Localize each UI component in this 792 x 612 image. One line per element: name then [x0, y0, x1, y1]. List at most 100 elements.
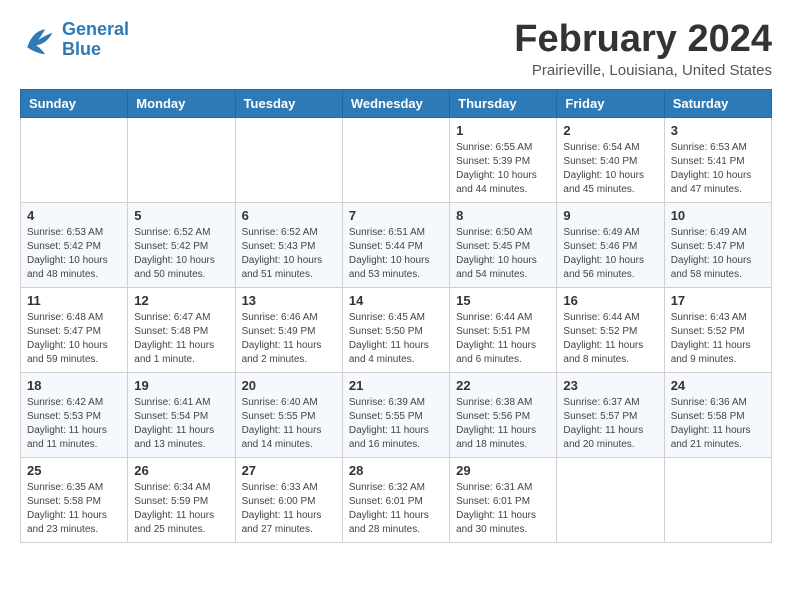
day-info: Sunrise: 6:36 AM Sunset: 5:58 PM Dayligh…	[671, 396, 765, 452]
calendar-cell	[557, 458, 664, 543]
day-number: 8	[456, 208, 550, 223]
calendar-cell: 18Sunrise: 6:42 AM Sunset: 5:53 PM Dayli…	[21, 373, 128, 458]
calendar-week-row: 11 Sunrise: 6:48 AM Sunset: 5:47 PM Dayli…	[21, 288, 772, 373]
calendar-table: SundayMondayTuesdayWednesdayThursdayFrid…	[20, 89, 772, 543]
calendar-cell: 19 Sunrise: 6:41 AM Sunset: 5:54 PM Dayli…	[128, 373, 235, 458]
day-number: 21	[349, 378, 443, 393]
day-info: Sunrise: 6:53 AM Sunset: 5:41 PM Dayligh…	[671, 141, 765, 197]
day-info: Sunrise: 6:40 AM Sunset: 5:55 PM Dayligh…	[242, 396, 336, 452]
calendar-cell: 10 Sunrise: 6:49 AM Sunset: 5:47 PM Dayli…	[664, 203, 771, 288]
weekday-header-row: SundayMondayTuesdayWednesdayThursdayFrid…	[21, 90, 772, 118]
day-info: Sunrise: 6:47 AM Sunset: 5:48 PM Dayligh…	[134, 311, 228, 367]
day-number: 4	[27, 208, 121, 223]
day-info: Sunrise: 6:44 AM Sunset: 5:51 PM Dayligh…	[456, 311, 550, 367]
weekday-header: Sunday	[21, 90, 128, 118]
day-info: Sunrise: 6:51 AM Sunset: 5:44 PM Dayligh…	[349, 226, 443, 282]
calendar-cell: 17 Sunrise: 6:43 AM Sunset: 5:52 PM Dayli…	[664, 288, 771, 373]
day-number: 26	[134, 463, 228, 478]
calendar-cell: 3 Sunrise: 6:53 AM Sunset: 5:41 PM Daylig…	[664, 118, 771, 203]
calendar-cell: 24 Sunrise: 6:36 AM Sunset: 5:58 PM Dayli…	[664, 373, 771, 458]
calendar-cell: 23 Sunrise: 6:37 AM Sunset: 5:57 PM Dayli…	[557, 373, 664, 458]
calendar-cell: 27 Sunrise: 6:33 AM Sunset: 6:00 PM Dayli…	[235, 458, 342, 543]
day-info: Sunrise: 6:42 AM Sunset: 5:53 PM Dayligh…	[27, 396, 121, 452]
day-number: 15	[456, 293, 550, 308]
day-number: 7	[349, 208, 443, 223]
day-info: Sunrise: 6:37 AM Sunset: 5:57 PM Dayligh…	[563, 396, 657, 452]
calendar-cell	[21, 118, 128, 203]
calendar-cell: 4 Sunrise: 6:53 AM Sunset: 5:42 PM Daylig…	[21, 203, 128, 288]
day-number: 28	[349, 463, 443, 478]
calendar-cell	[342, 118, 449, 203]
month-title: February 2024	[514, 20, 772, 58]
calendar-cell: 15 Sunrise: 6:44 AM Sunset: 5:51 PM Dayli…	[450, 288, 557, 373]
day-info: Sunrise: 6:48 AM Sunset: 5:47 PM Dayligh…	[27, 311, 121, 367]
day-info: Sunrise: 6:38 AM Sunset: 5:56 PM Dayligh…	[456, 396, 550, 452]
logo-icon	[20, 22, 56, 58]
day-number: 1	[456, 123, 550, 138]
day-info: Sunrise: 6:49 AM Sunset: 5:46 PM Dayligh…	[563, 226, 657, 282]
day-number: 5	[134, 208, 228, 223]
logo-text: General Blue	[62, 20, 129, 60]
calendar-week-row: 1 Sunrise: 6:55 AM Sunset: 5:39 PM Daylig…	[21, 118, 772, 203]
day-number: 19	[134, 378, 228, 393]
weekday-header: Saturday	[664, 90, 771, 118]
day-number: 14	[349, 293, 443, 308]
calendar-cell: 9 Sunrise: 6:49 AM Sunset: 5:46 PM Daylig…	[557, 203, 664, 288]
day-info: Sunrise: 6:33 AM Sunset: 6:00 PM Dayligh…	[242, 481, 336, 537]
calendar-cell: 25 Sunrise: 6:35 AM Sunset: 5:58 PM Dayli…	[21, 458, 128, 543]
day-info: Sunrise: 6:44 AM Sunset: 5:52 PM Dayligh…	[563, 311, 657, 367]
weekday-header: Monday	[128, 90, 235, 118]
day-info: Sunrise: 6:43 AM Sunset: 5:52 PM Dayligh…	[671, 311, 765, 367]
day-info: Sunrise: 6:49 AM Sunset: 5:47 PM Dayligh…	[671, 226, 765, 282]
day-number: 29	[456, 463, 550, 478]
day-info: Sunrise: 6:34 AM Sunset: 5:59 PM Dayligh…	[134, 481, 228, 537]
day-info: Sunrise: 6:31 AM Sunset: 6:01 PM Dayligh…	[456, 481, 550, 537]
calendar-cell: 7 Sunrise: 6:51 AM Sunset: 5:44 PM Daylig…	[342, 203, 449, 288]
weekday-header: Friday	[557, 90, 664, 118]
day-number: 2	[563, 123, 657, 138]
day-number: 10	[671, 208, 765, 223]
calendar-cell: 2 Sunrise: 6:54 AM Sunset: 5:40 PM Daylig…	[557, 118, 664, 203]
day-info: Sunrise: 6:53 AM Sunset: 5:42 PM Dayligh…	[27, 226, 121, 282]
day-number: 11	[27, 293, 121, 308]
day-number: 23	[563, 378, 657, 393]
calendar-week-row: 4 Sunrise: 6:53 AM Sunset: 5:42 PM Daylig…	[21, 203, 772, 288]
location: Prairieville, Louisiana, United States	[514, 62, 772, 79]
day-info: Sunrise: 6:55 AM Sunset: 5:39 PM Dayligh…	[456, 141, 550, 197]
day-info: Sunrise: 6:50 AM Sunset: 5:45 PM Dayligh…	[456, 226, 550, 282]
day-info: Sunrise: 6:52 AM Sunset: 5:42 PM Dayligh…	[134, 226, 228, 282]
day-number: 6	[242, 208, 336, 223]
calendar-week-row: 18Sunrise: 6:42 AM Sunset: 5:53 PM Dayli…	[21, 373, 772, 458]
day-number: 27	[242, 463, 336, 478]
calendar-cell: 14 Sunrise: 6:45 AM Sunset: 5:50 PM Dayli…	[342, 288, 449, 373]
calendar-cell: 12 Sunrise: 6:47 AM Sunset: 5:48 PM Dayli…	[128, 288, 235, 373]
calendar-cell: 20Sunrise: 6:40 AM Sunset: 5:55 PM Dayli…	[235, 373, 342, 458]
calendar-cell: 28Sunrise: 6:32 AM Sunset: 6:01 PM Dayli…	[342, 458, 449, 543]
calendar-cell	[128, 118, 235, 203]
day-info: Sunrise: 6:41 AM Sunset: 5:54 PM Dayligh…	[134, 396, 228, 452]
day-number: 25	[27, 463, 121, 478]
day-number: 3	[671, 123, 765, 138]
day-info: Sunrise: 6:39 AM Sunset: 5:55 PM Dayligh…	[349, 396, 443, 452]
day-info: Sunrise: 6:54 AM Sunset: 5:40 PM Dayligh…	[563, 141, 657, 197]
day-info: Sunrise: 6:35 AM Sunset: 5:58 PM Dayligh…	[27, 481, 121, 537]
day-number: 12	[134, 293, 228, 308]
calendar-week-row: 25 Sunrise: 6:35 AM Sunset: 5:58 PM Dayli…	[21, 458, 772, 543]
calendar-cell: 11 Sunrise: 6:48 AM Sunset: 5:47 PM Dayli…	[21, 288, 128, 373]
calendar-cell: 16Sunrise: 6:44 AM Sunset: 5:52 PM Dayli…	[557, 288, 664, 373]
logo: General Blue	[20, 20, 129, 60]
day-number: 13	[242, 293, 336, 308]
calendar-cell: 6Sunrise: 6:52 AM Sunset: 5:43 PM Daylig…	[235, 203, 342, 288]
day-number: 17	[671, 293, 765, 308]
calendar-cell: 8 Sunrise: 6:50 AM Sunset: 5:45 PM Daylig…	[450, 203, 557, 288]
calendar-cell: 29 Sunrise: 6:31 AM Sunset: 6:01 PM Dayli…	[450, 458, 557, 543]
calendar-cell: 1 Sunrise: 6:55 AM Sunset: 5:39 PM Daylig…	[450, 118, 557, 203]
title-block: February 2024 Prairieville, Louisiana, U…	[514, 20, 772, 79]
day-info: Sunrise: 6:45 AM Sunset: 5:50 PM Dayligh…	[349, 311, 443, 367]
calendar-cell: 26 Sunrise: 6:34 AM Sunset: 5:59 PM Dayli…	[128, 458, 235, 543]
calendar-cell: 5 Sunrise: 6:52 AM Sunset: 5:42 PM Daylig…	[128, 203, 235, 288]
day-number: 9	[563, 208, 657, 223]
day-number: 24	[671, 378, 765, 393]
calendar-cell	[235, 118, 342, 203]
weekday-header: Wednesday	[342, 90, 449, 118]
